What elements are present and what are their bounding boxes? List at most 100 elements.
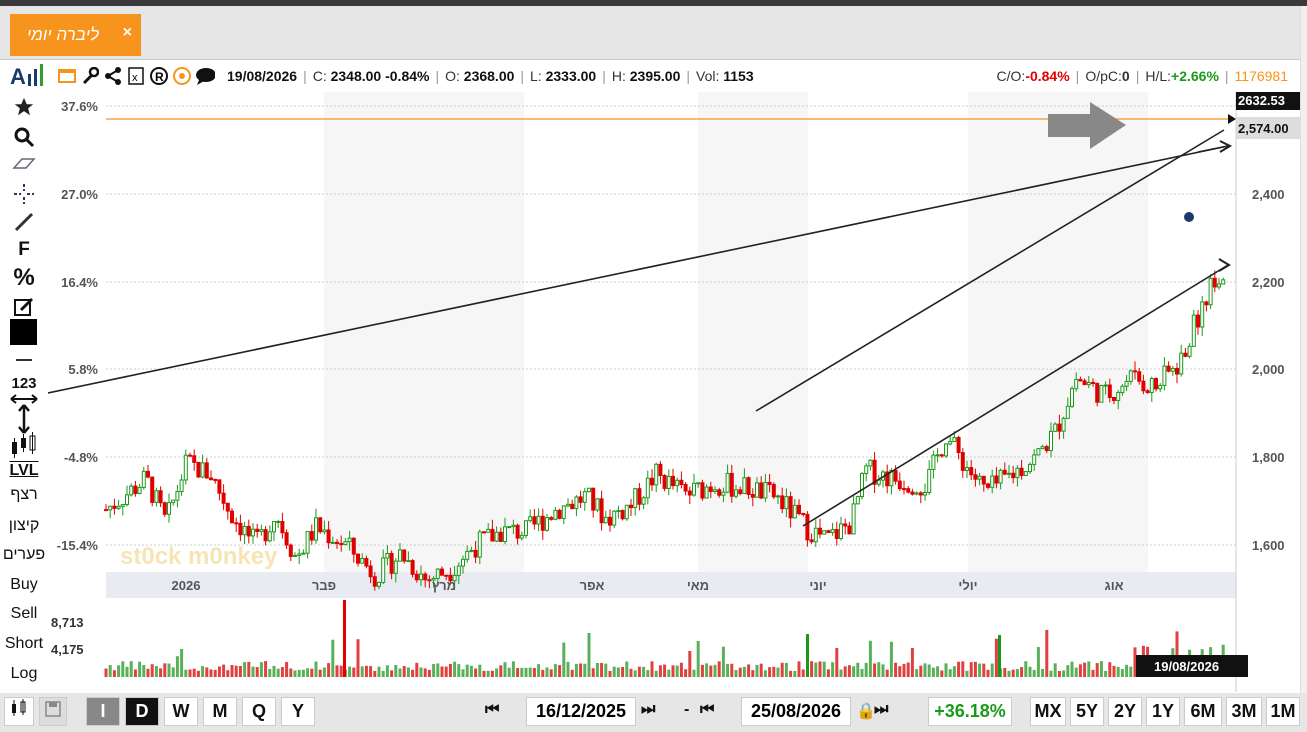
volume-bar: [873, 663, 877, 677]
volume-bar: [583, 663, 587, 677]
volume-bar: [663, 664, 667, 677]
buy-option[interactable]: Buy: [0, 576, 48, 594]
comment-icon[interactable]: [195, 65, 215, 87]
period-quarterly[interactable]: Q: [242, 697, 276, 726]
volume-bar: [978, 663, 982, 677]
candle-body: [465, 550, 470, 560]
candle-body: [620, 510, 625, 520]
volume-bar: [1120, 669, 1124, 677]
period-intraday[interactable]: I: [86, 697, 120, 726]
range-max[interactable]: MX: [1030, 697, 1066, 726]
volume-bar: [1129, 666, 1133, 677]
date-from-field[interactable]: 16/12/2025: [526, 697, 636, 726]
candle-body: [419, 573, 423, 581]
candle-body: [553, 509, 558, 520]
line-tool-icon[interactable]: [0, 210, 48, 239]
candle-body: [343, 541, 348, 546]
range-5y[interactable]: 5Y: [1070, 697, 1104, 726]
volume-bar: [705, 663, 709, 677]
extreme-option[interactable]: קיצון: [0, 517, 48, 535]
level-tool[interactable]: LVL: [0, 462, 48, 480]
range-1m[interactable]: 1M: [1266, 697, 1300, 726]
search-icon[interactable]: [0, 126, 48, 153]
fibonacci-tool[interactable]: F: [0, 239, 48, 261]
volume-bar: [616, 667, 620, 677]
candles-icon[interactable]: [0, 432, 48, 463]
first-start-icon[interactable]: ⏮: [485, 701, 499, 719]
volume-bar: [243, 662, 247, 677]
next-start-icon[interactable]: ⏭: [641, 701, 655, 719]
line-width-icon[interactable]: [0, 350, 48, 370]
volume-bar: [461, 669, 465, 677]
volume-bar: [545, 667, 549, 677]
save-icon[interactable]: [39, 697, 67, 726]
candle-body: [519, 534, 524, 539]
left-axis-label: 27.0%: [61, 187, 98, 202]
volume-bar: [490, 670, 494, 677]
crosshair-icon[interactable]: [0, 182, 48, 211]
candle-body: [129, 485, 134, 496]
wrench-icon[interactable]: [80, 65, 100, 87]
logo-icon[interactable]: A: [10, 64, 54, 88]
volume-bar: [994, 638, 998, 677]
target-icon[interactable]: [172, 65, 192, 87]
price-chart-svg[interactable]: st0ck m0nkey 2632.53 2,574.00 2,400 2,200…: [47, 90, 1300, 692]
continuous-option[interactable]: רצף: [0, 486, 48, 504]
candle-body: [141, 470, 146, 488]
volume-bar: [159, 668, 163, 677]
month-label: אוג: [1104, 578, 1123, 593]
range-1y[interactable]: 1Y: [1146, 697, 1180, 726]
eraser-icon[interactable]: [0, 156, 48, 177]
color-picker[interactable]: [0, 318, 48, 351]
candle-body: [108, 505, 113, 511]
volume-bar: [915, 669, 919, 677]
percent-tool[interactable]: %: [0, 264, 48, 292]
excel-icon[interactable]: x: [126, 65, 146, 87]
candle-type-icon[interactable]: [4, 697, 34, 726]
marker-dot[interactable]: [1184, 212, 1194, 222]
period-yearly[interactable]: Y: [281, 697, 315, 726]
volume-bar: [927, 664, 931, 677]
tab-libra-daily[interactable]: × ליברה יומי: [10, 14, 141, 56]
date-to-field[interactable]: 25/08/2026: [741, 697, 851, 726]
sell-option[interactable]: Sell: [0, 605, 48, 623]
candle-body: [708, 486, 713, 492]
volume-bar: [482, 670, 486, 677]
range-3m[interactable]: 3M: [1226, 697, 1262, 726]
candle-body: [1007, 472, 1011, 475]
volume-bar: [595, 663, 599, 677]
volume-bar: [906, 662, 910, 677]
share-icon[interactable]: [103, 65, 123, 87]
volume-bar: [961, 661, 965, 677]
period-daily[interactable]: D: [125, 697, 159, 726]
range-6m[interactable]: 6M: [1184, 697, 1222, 726]
range-2y[interactable]: 2Y: [1108, 697, 1142, 726]
period-weekly[interactable]: W: [164, 697, 198, 726]
chart-area[interactable]: st0ck m0nkey 2632.53 2,574.00 2,400 2,200…: [47, 90, 1300, 692]
volume-bar: [789, 670, 793, 677]
close-tab-icon[interactable]: ×: [123, 24, 132, 42]
volume-bar: [1041, 668, 1045, 677]
volume-bar: [558, 665, 562, 677]
registered-icon[interactable]: R: [149, 65, 169, 87]
candle-body: [540, 515, 545, 531]
next-end-icon[interactable]: ⏭: [874, 701, 888, 719]
log-option[interactable]: Log: [0, 665, 48, 683]
window-icon[interactable]: [57, 65, 77, 87]
candle-body: [305, 531, 310, 554]
candle-body: [1103, 384, 1108, 387]
candle-body: [511, 524, 516, 528]
gaps-option[interactable]: פערים: [0, 546, 48, 564]
candle-body: [255, 528, 260, 532]
volume-bar: [360, 666, 364, 677]
short-option[interactable]: Short: [0, 635, 48, 653]
lock-icon[interactable]: 🔒: [856, 701, 876, 721]
period-monthly[interactable]: M: [203, 697, 237, 726]
candle-body: [683, 484, 688, 492]
volume-bar: [822, 661, 826, 677]
vertical-scrollbar[interactable]: [1300, 6, 1307, 693]
volume-bar: [125, 666, 129, 677]
star-icon[interactable]: [0, 96, 48, 123]
candle-body: [1133, 370, 1137, 373]
first-end-icon[interactable]: ⏮: [700, 701, 714, 719]
